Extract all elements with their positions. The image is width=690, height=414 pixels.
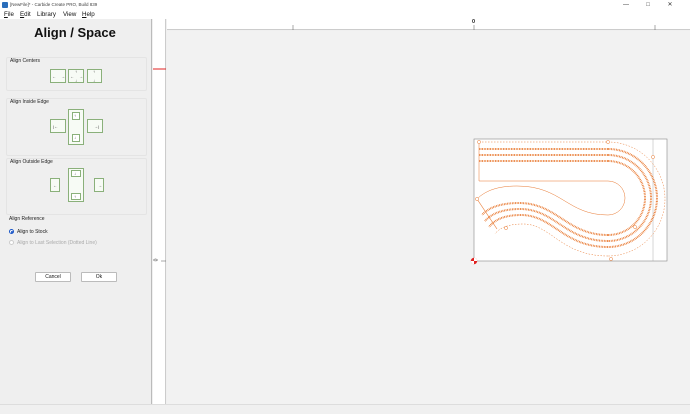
ok-button[interactable]: Ok — [81, 272, 117, 282]
app-icon — [2, 2, 8, 8]
align-inside-top-bottom-button[interactable]: ↑ ↓ — [68, 109, 84, 145]
align-space-panel: Align / Space Align Centers ← → ↑ ← → ↓ ↑ ↓ A… — [0, 19, 152, 404]
panel-title: Align / Space — [34, 25, 116, 40]
menu-view[interactable]: View — [63, 11, 76, 18]
align-to-stock-label: Align to Stock — [17, 228, 48, 235]
node-marker — [651, 155, 655, 159]
menu-edit[interactable]: Edit — [20, 11, 31, 18]
align-outside-top-button[interactable]: ↓ — [71, 170, 81, 177]
node-marker — [606, 140, 610, 144]
node-marker — [477, 140, 481, 144]
node-marker — [504, 226, 508, 230]
title-bar: [NewFile]* - Carbide Create PRO, Build 8… — [0, 0, 690, 10]
horizontal-ruler: 0 — [167, 19, 690, 30]
menu-library[interactable]: Library — [37, 11, 56, 18]
node-marker — [475, 197, 479, 201]
align-to-last-selection-label: Align to Last Selection (Dotted Line) — [17, 239, 97, 246]
horizontal-ruler-zero-label: 0 — [472, 19, 476, 25]
align-outside-edge-section: Align Outside Edge ← ↓ ↑ → — [6, 158, 147, 215]
align-center-vertical-button[interactable]: ↑ ↓ — [87, 69, 102, 83]
cancel-button[interactable]: Cancel — [35, 272, 71, 282]
align-inside-edge-label: Align Inside Edge — [10, 99, 49, 105]
stock-outline — [473, 138, 668, 262]
close-button[interactable]: ✕ — [661, 0, 679, 10]
minimize-button[interactable]: — — [617, 0, 635, 10]
align-to-stock-radio[interactable] — [9, 229, 14, 234]
align-outside-bottom-button[interactable]: ↑ — [71, 193, 81, 200]
vertical-ruler-ticks — [153, 68, 166, 262]
vertical-ruler: 0 — [153, 19, 166, 404]
align-to-last-selection-radio — [9, 240, 14, 245]
align-inside-right-button[interactable]: →| — [87, 119, 103, 133]
node-marker — [633, 225, 637, 229]
window-title: [NewFile]* - Carbide Create PRO, Build 8… — [10, 2, 98, 7]
menu-bar: File Edit Library View Help — [0, 10, 690, 19]
align-outside-left-button[interactable]: ← — [50, 178, 60, 192]
align-outside-top-bottom-button[interactable]: ↓ ↑ — [68, 168, 84, 202]
align-inside-bottom-button[interactable]: ↓ — [72, 134, 80, 142]
canvas-drawing[interactable] — [167, 31, 690, 404]
align-inside-top-button[interactable]: ↑ — [72, 112, 80, 120]
align-outside-right-button[interactable]: → — [94, 178, 104, 192]
menu-file[interactable]: File — [4, 11, 14, 18]
node-marker — [609, 257, 613, 261]
align-reference-label: Align Reference — [9, 216, 45, 222]
design-canvas[interactable] — [167, 31, 690, 404]
align-inside-left-button[interactable]: |← — [50, 119, 66, 133]
status-bar — [0, 404, 690, 414]
align-outside-edge-label: Align Outside Edge — [10, 159, 53, 165]
origin-marker — [470, 257, 478, 265]
horizontal-ruler-ticks — [292, 25, 656, 30]
align-inside-edge-section: Align Inside Edge |← ↑ ↓ →| — [6, 98, 147, 156]
vertical-ruler-zero-label: 0 — [153, 258, 160, 262]
align-centers-section: Align Centers ← → ↑ ← → ↓ ↑ ↓ — [6, 57, 147, 91]
align-centers-label: Align Centers — [10, 58, 41, 64]
align-center-horizontal-button[interactable]: ← → — [50, 69, 66, 83]
align-center-both-button[interactable]: ↑ ← → ↓ — [68, 69, 84, 83]
menu-help[interactable]: Help — [82, 11, 95, 18]
maximize-button[interactable]: □ — [639, 0, 657, 10]
